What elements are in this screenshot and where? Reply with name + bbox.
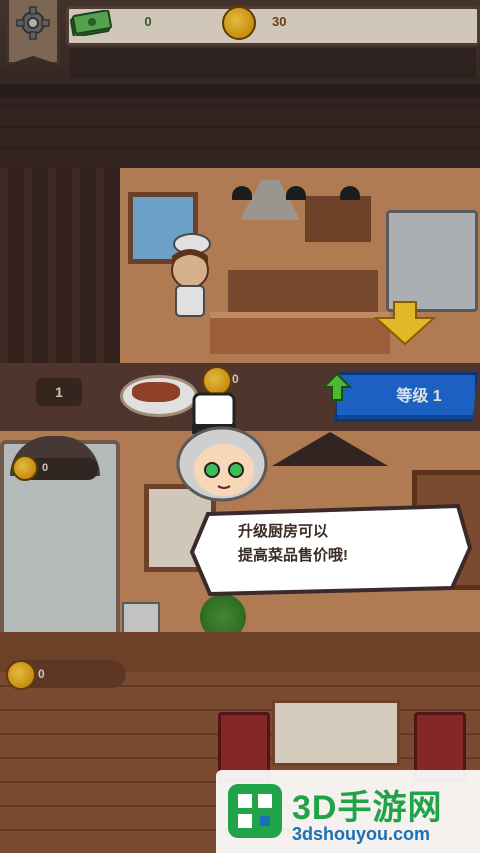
cash-value: 0	[144, 14, 152, 29]
lamp-icon	[232, 186, 252, 200]
cash-icon	[70, 10, 112, 36]
kitchen-counter	[210, 312, 390, 354]
tutorial-chef-girl	[176, 392, 268, 502]
elevator-coin-value: 0	[42, 462, 49, 474]
up-arrow-icon	[322, 372, 352, 401]
dining-table[interactable]	[272, 700, 400, 766]
stove	[228, 270, 378, 312]
watermark-logo	[228, 784, 282, 838]
settings-button[interactable]	[6, 0, 60, 65]
chef-character[interactable]	[164, 232, 216, 322]
watermark-url: 3dshouyou.com	[292, 824, 431, 844]
lamp-icon	[340, 186, 360, 200]
cash-register	[122, 602, 160, 634]
roof-bricks	[0, 98, 480, 168]
coin-icon	[12, 455, 38, 481]
elevator-value-box: 0	[12, 455, 98, 481]
shaft-stripes	[0, 168, 120, 363]
fridge	[386, 210, 478, 312]
coin-icon	[222, 6, 256, 40]
kitchen-shelf	[305, 196, 371, 242]
coin-value: 30	[272, 14, 287, 29]
down-arrow-icon[interactable]	[374, 300, 436, 346]
hud-shadow	[70, 48, 476, 78]
gear-icon	[16, 6, 50, 40]
watermark-title: 3D手游网	[292, 789, 443, 827]
counter-coin-value: 0	[38, 667, 45, 681]
tutorial-line-2: 提高菜品售价哦!	[238, 547, 348, 564]
counter-value-box: 0	[6, 660, 126, 690]
tutorial-text: 升级厨房可以 提高菜品售价哦!	[238, 520, 458, 568]
stock-count: 1	[36, 378, 82, 406]
tutorial-line-1: 升级厨房可以	[238, 523, 329, 540]
coin-icon	[6, 660, 36, 690]
upgrade-button-label: 等级 1	[396, 388, 442, 405]
lamp-icon	[286, 186, 306, 200]
hud-divider	[0, 84, 480, 98]
